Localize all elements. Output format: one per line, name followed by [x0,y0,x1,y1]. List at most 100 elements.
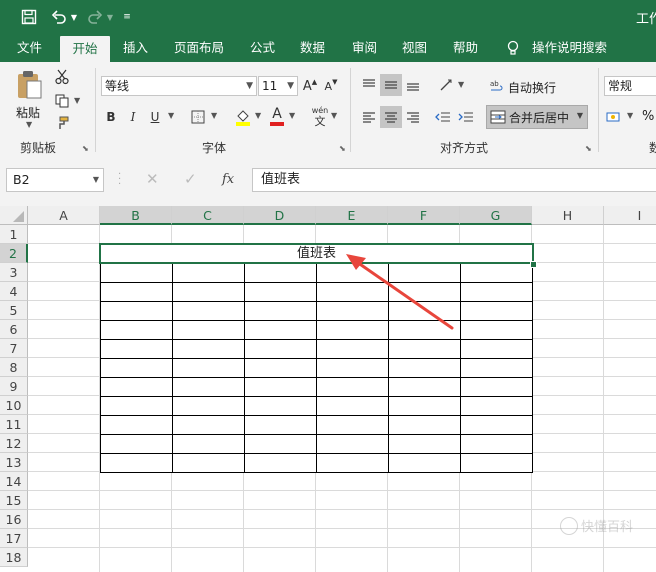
row-header-17[interactable]: 17 [0,529,28,548]
bottom-align-icon[interactable] [402,74,424,96]
row-header-2[interactable]: 2 [0,244,28,263]
copy-icon[interactable] [52,92,72,110]
worksheet-grid[interactable]: A B C D E F G H I 1 2 3 4 5 6 7 8 9 10 1… [0,206,656,572]
tab-page-layout[interactable]: 页面布局 [174,34,224,62]
column-header-h[interactable]: H [532,206,604,225]
insert-function-icon[interactable]: fx [222,172,234,187]
fill-handle[interactable] [530,261,537,268]
underline-button[interactable]: U [146,106,164,128]
increase-indent-icon[interactable] [455,106,477,128]
italic-button[interactable]: I [124,106,142,128]
row-header-9[interactable]: 9 [0,377,28,396]
row-header-5[interactable]: 5 [0,301,28,320]
orientation-dropdown-icon[interactable]: ▼ [458,80,464,89]
increase-font-size-button[interactable]: A ▲ [301,76,319,96]
orientation-icon[interactable] [436,74,458,96]
title-bar: ▼ ▼ ≡ 工作 [0,0,656,34]
tab-data[interactable]: 数据 [300,34,325,62]
column-header-b[interactable]: B [100,206,172,225]
row-header-7[interactable]: 7 [0,339,28,358]
bold-button[interactable]: B [102,106,120,128]
font-color-dropdown-icon[interactable]: ▼ [289,111,295,120]
alignment-group-label: 对齐方式 [440,141,489,155]
clipboard-dialog-launcher-icon[interactable]: ⬊ [82,144,89,153]
row-header-14[interactable]: 14 [0,472,28,491]
format-painter-icon[interactable] [52,114,72,132]
align-right-icon[interactable] [402,106,424,128]
tab-insert[interactable]: 插入 [123,34,148,62]
undo-icon[interactable] [48,6,70,28]
cancel-icon[interactable]: ✕ [146,170,159,188]
row-header-15[interactable]: 15 [0,491,28,510]
accounting-format-icon[interactable] [604,106,624,128]
row-header-12[interactable]: 12 [0,434,28,453]
tab-formulas[interactable]: 公式 [250,34,275,62]
name-box[interactable]: B2 ▼ [6,168,104,192]
tab-file[interactable]: 文件 [17,34,42,62]
row-header-8[interactable]: 8 [0,358,28,377]
tab-review[interactable]: 审阅 [352,34,377,62]
number-format-combo[interactable]: 常规 [604,76,656,96]
borders-dropdown-icon[interactable]: ▼ [211,111,217,120]
customize-quick-access-icon[interactable]: ≡ [120,6,134,28]
ribbon: 粘贴 ▼ ▼ 剪贴板 ⬊ 等线 ▼ 11 ▼ A ▲ A ▼ B I U ▼ ▼ ▼… [0,62,656,159]
cut-icon[interactable] [52,68,72,86]
formula-input[interactable]: 值班表 [252,168,656,192]
paste-button[interactable] [12,70,46,100]
row-header-10[interactable]: 10 [0,396,28,415]
row-header-13[interactable]: 13 [0,453,28,472]
fill-color-dropdown-icon[interactable]: ▼ [255,111,261,120]
percent-style-button[interactable]: % [642,109,654,124]
borders-icon[interactable] [188,106,208,128]
tab-help[interactable]: 帮助 [453,34,478,62]
redo-icon[interactable] [84,6,106,28]
align-center-icon[interactable] [380,106,402,128]
font-size-combo[interactable]: 11 ▼ [258,76,298,96]
phonetic-dropdown-icon[interactable]: ▼ [331,111,337,120]
bordered-table [100,263,533,473]
decrease-indent-icon[interactable] [432,106,454,128]
row-header-6[interactable]: 6 [0,320,28,339]
undo-dropdown-icon[interactable]: ▼ [69,6,79,28]
middle-align-icon[interactable] [380,74,402,96]
copy-dropdown-icon[interactable]: ▼ [74,96,80,105]
font-dialog-launcher-icon[interactable]: ⬊ [339,144,346,153]
font-color-icon[interactable]: A [267,104,287,128]
accounting-dropdown-icon[interactable]: ▼ [627,111,633,120]
underline-dropdown-icon[interactable]: ▼ [168,111,174,120]
phonetic-guide-icon[interactable]: wén 文 [309,104,331,128]
decrease-font-size-button[interactable]: A ▼ [322,76,340,96]
row-header-11[interactable]: 11 [0,415,28,434]
fill-color-icon[interactable] [233,106,253,128]
top-align-icon[interactable] [358,74,380,96]
chevron-down-icon: ▼ [246,81,253,91]
merge-dropdown-icon[interactable]: ▼ [577,111,583,120]
row-header-18[interactable]: 18 [0,548,28,567]
row-header-16[interactable]: 16 [0,510,28,529]
paste-dropdown-icon[interactable]: ▼ [26,120,32,129]
save-icon[interactable] [18,6,40,28]
column-header-f[interactable]: F [388,206,460,225]
column-header-d[interactable]: D [244,206,316,225]
row-header-4[interactable]: 4 [0,282,28,301]
column-header-c[interactable]: C [172,206,244,225]
merge-center-button[interactable]: 合并后居中 ▼ [486,105,588,129]
column-header-e[interactable]: E [316,206,388,225]
tab-home[interactable]: 开始 [60,36,110,62]
paste-label[interactable]: 粘贴 [16,104,40,121]
select-all-corner[interactable] [0,206,28,225]
column-header-a[interactable]: A [28,206,100,225]
font-name-combo[interactable]: 等线 ▼ [101,76,257,96]
row-header-1[interactable]: 1 [0,225,28,244]
alignment-dialog-launcher-icon[interactable]: ⬊ [585,144,592,153]
tab-view[interactable]: 视图 [402,34,427,62]
column-header-i[interactable]: I [604,206,656,225]
merged-cell-b2[interactable]: 值班表 [99,243,534,264]
enter-icon[interactable]: ✓ [184,170,197,188]
row-header-3[interactable]: 3 [0,263,28,282]
align-left-icon[interactable] [358,106,380,128]
tell-me-search[interactable]: 操作说明搜索 [532,34,607,62]
redo-dropdown-icon[interactable]: ▼ [105,6,115,28]
wrap-text-button[interactable]: 自动换行 [508,79,556,96]
column-header-g[interactable]: G [460,206,532,225]
